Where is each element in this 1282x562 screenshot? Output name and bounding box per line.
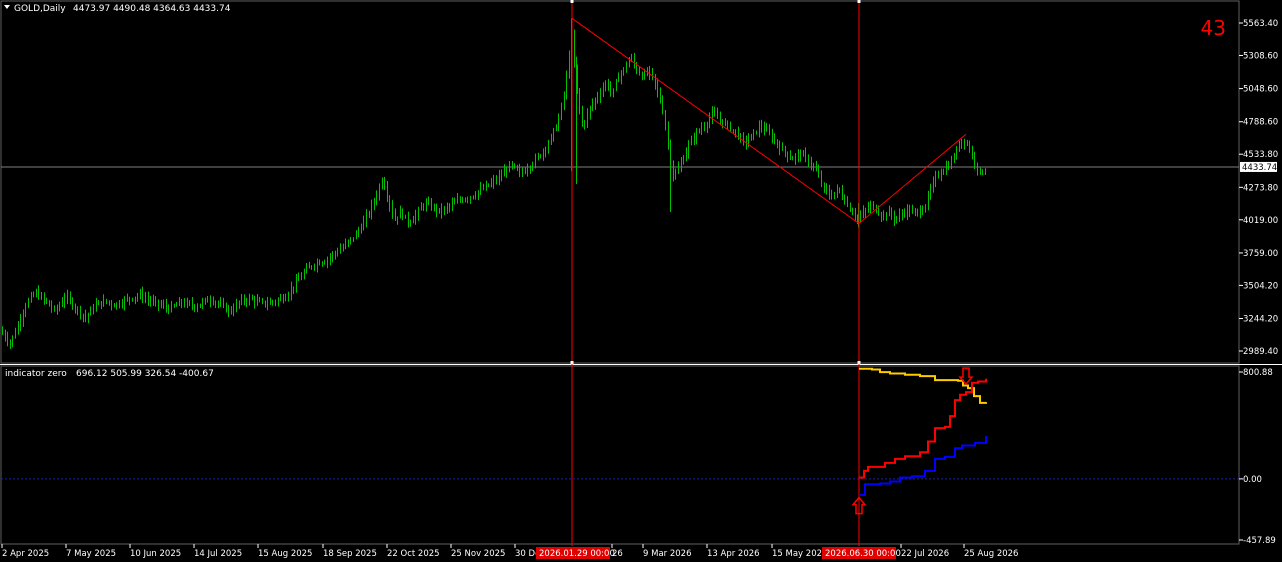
date-tick-label: 10 Jun 2025 (130, 549, 181, 559)
indicator-values: 696.12 505.99 326.54 -400.67 (76, 369, 214, 379)
date-tick-label: 15 May 2026 (772, 549, 827, 559)
price-tick-label: 5563.40 (1243, 19, 1278, 29)
vline-date-label: 2026.06.30 00:00 (825, 549, 901, 559)
indicator-tick-label: -457.89 (1243, 536, 1276, 546)
price-tick-label: 3759.00 (1243, 249, 1278, 259)
vline-date-label: 2026.01.29 00:00 (539, 549, 615, 559)
price-tick-label: 4533.80 (1243, 150, 1278, 160)
trendline-down (571, 17, 860, 224)
counter-label: 43 (1201, 16, 1226, 40)
price-tick-label: 2989.40 (1243, 347, 1278, 357)
date-tick-label: 2 Apr 2025 (2, 549, 49, 559)
indicator-series-1 (859, 378, 987, 479)
date-tick-label: 7 May 2025 (66, 549, 116, 559)
date-tick-label: 25 Aug 2026 (964, 549, 1018, 559)
date-tick-label: 22 Jul 2026 (901, 549, 949, 559)
vline-handle (857, 361, 861, 364)
price-tick-label: 3504.20 (1243, 281, 1278, 291)
indicator-tick-label: 0.00 (1243, 475, 1262, 485)
date-tick-label: 9 Mar 2026 (643, 549, 691, 559)
date-tick-label: 18 Sep 2025 (323, 549, 377, 559)
date-axis: 2 Apr 2025 7 May 2025 10 Jun 2025 14 Jul 20… (1, 544, 1018, 559)
vertical-lines[interactable] (570, 0, 861, 546)
date-tick-label: 25 Nov 2025 (451, 549, 505, 559)
indicator-title: indicator zero (5, 369, 67, 379)
indicator-pane-frame (0, 365, 1240, 545)
chart-canvas[interactable]: 5563.40 5308.60 5048.60 4788.60 4533.80 4273.… (0, 0, 1282, 562)
date-tick-label: 14 Jul 2025 (194, 549, 242, 559)
symbol-title: GOLD,Daily (14, 4, 66, 14)
indicator-lines (859, 367, 987, 496)
price-axis: 5563.40 5308.60 5048.60 4788.60 4533.80 4273.… (1, 19, 1278, 546)
price-tick-label: 4273.80 (1243, 183, 1278, 193)
signal-arrows (851, 367, 974, 515)
vline-handle (857, 0, 861, 3)
indicator-series-0 (859, 367, 987, 404)
price-tick-label: 5048.60 (1243, 85, 1278, 95)
vline-handle (570, 0, 574, 3)
price-tick-label: 4019.00 (1243, 216, 1278, 226)
date-tick-label: 15 Aug 2025 (258, 549, 312, 559)
ohlc-values: 4473.97 4490.48 4364.63 4433.74 (73, 4, 231, 14)
menu-triangle-icon[interactable] (4, 5, 10, 9)
price-tick-label: 5308.60 (1243, 51, 1278, 61)
trendlines[interactable] (571, 17, 967, 224)
indicator-tick-label: 800.88 (1243, 368, 1273, 378)
date-tick-label: 13 Apr 2026 (707, 549, 760, 559)
date-tick-label: 22 Oct 2025 (387, 549, 440, 559)
current-price-label: 4433.74 (1242, 163, 1277, 173)
indicator-series-2 (859, 436, 987, 496)
candles (2, 18, 986, 349)
main-pane-frame (0, 0, 1240, 364)
vline-handle (570, 361, 574, 364)
price-tick-label: 4788.60 (1243, 118, 1278, 128)
price-tick-label: 3244.20 (1243, 315, 1278, 325)
